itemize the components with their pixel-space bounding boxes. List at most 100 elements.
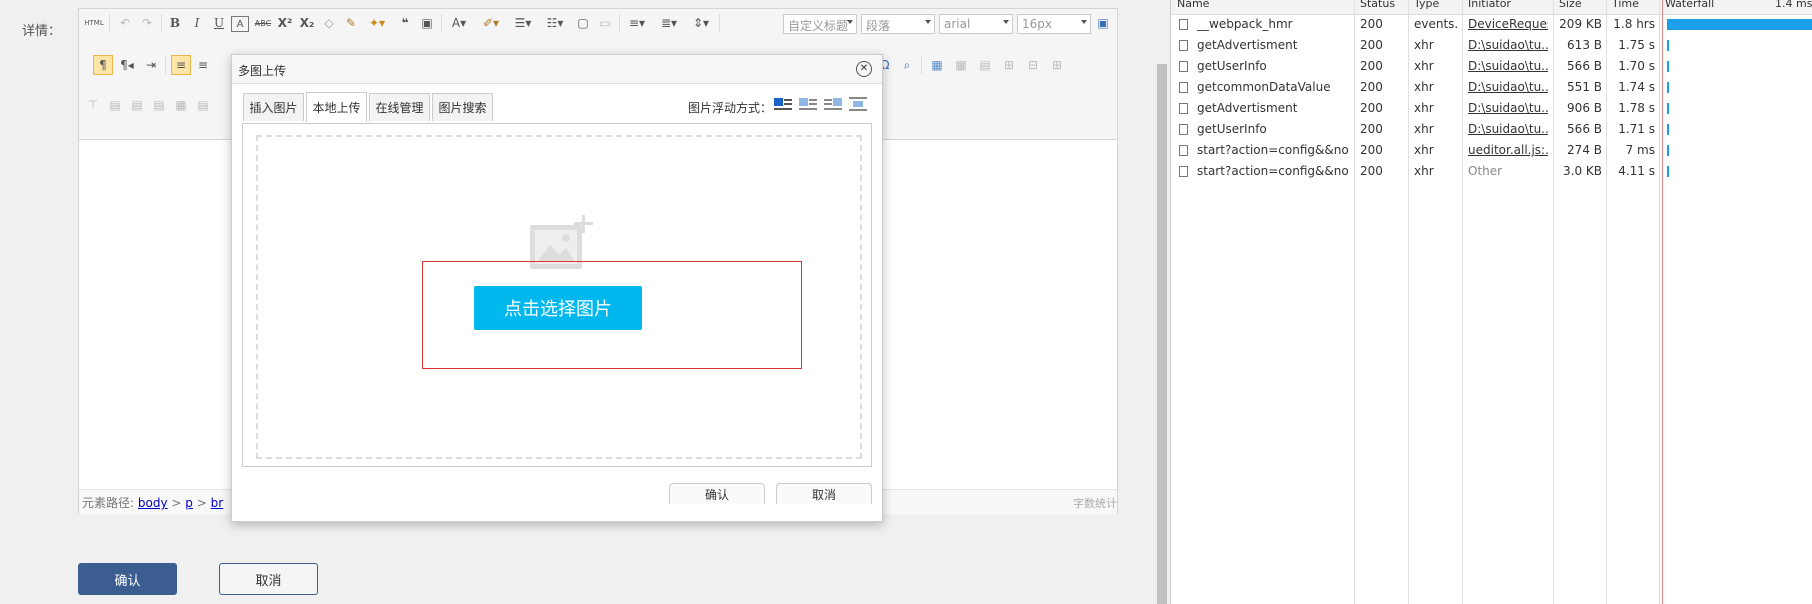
request-initiator[interactable]: D:\suidao\tu... xyxy=(1468,59,1548,73)
tab-local-upload[interactable]: 本地上传 xyxy=(306,92,367,122)
file-icon xyxy=(1179,145,1188,156)
font-border-icon[interactable]: A xyxy=(231,16,249,32)
font-size-select[interactable]: 16px xyxy=(1017,14,1091,34)
fullscreen-icon[interactable]: ▣ xyxy=(1093,13,1113,33)
tab-insert-image[interactable]: 插入图片 xyxy=(243,93,304,121)
row-spacing-bottom-icon[interactable]: ≣▾ xyxy=(655,13,683,33)
italic-button[interactable]: I xyxy=(187,13,207,33)
blockquote-button[interactable]: ❝ xyxy=(395,13,415,33)
html-source-button[interactable]: HTML xyxy=(83,13,105,33)
bold-button[interactable]: B xyxy=(165,13,185,33)
insert-table-icon[interactable]: ▦ xyxy=(927,55,947,75)
indent-icon[interactable]: ⇥ xyxy=(141,55,161,75)
redo-icon[interactable]: ↷ xyxy=(137,13,157,33)
auto-format-icon[interactable]: ✦▾ xyxy=(363,13,391,33)
path-body-link[interactable]: body xyxy=(138,496,168,510)
request-size: 566 B xyxy=(1567,59,1602,73)
col-size[interactable]: Size xyxy=(1559,0,1582,10)
request-time: 1.71 s xyxy=(1618,122,1655,136)
strikethrough-button[interactable]: ABC xyxy=(253,13,273,33)
select-images-button[interactable]: 点击选择图片 xyxy=(474,286,642,330)
request-name: getUserInfo xyxy=(1197,122,1267,136)
dialog-confirm-button[interactable]: 确认 xyxy=(669,483,765,504)
insert-row-icon[interactable]: ⊞ xyxy=(999,55,1019,75)
col-type[interactable]: Type xyxy=(1414,0,1439,10)
network-row[interactable]: start?action=config&&noC... 200 xhr ueditor… xyxy=(1171,140,1812,161)
network-row[interactable]: getAdvertisment 200 xhr D:\suidao\tu... 906 … xyxy=(1171,98,1812,119)
network-row[interactable]: start?action=config&&noC... 200 xhr Other 3.… xyxy=(1171,161,1812,182)
undo-icon[interactable]: ↶ xyxy=(115,13,135,33)
float-left-icon[interactable] xyxy=(798,96,818,112)
network-row[interactable]: getAdvertisment 200 xhr D:\suidao\tu... 613 … xyxy=(1171,35,1812,56)
clear-doc-icon[interactable]: ▭ xyxy=(595,13,615,33)
split-cols-icon[interactable]: ▤ xyxy=(193,95,213,115)
scrollbar-thumb[interactable] xyxy=(1157,64,1167,604)
request-status: 200 xyxy=(1360,101,1383,115)
insert-paragraph-before-table-icon[interactable]: ▤ xyxy=(975,55,995,75)
format-brush-icon[interactable]: ✎ xyxy=(341,13,361,33)
split-cells-icon[interactable]: ▤ xyxy=(149,95,169,115)
merge-down-icon[interactable]: ▤ xyxy=(127,95,147,115)
request-time: 1.8 hrs xyxy=(1613,17,1655,31)
row-spacing-top-icon[interactable]: ≡▾ xyxy=(623,13,651,33)
insert-col-icon[interactable]: ⊞ xyxy=(1047,55,1067,75)
superscript-button[interactable]: X² xyxy=(275,13,295,33)
paste-plain-icon[interactable]: ▣ xyxy=(417,13,437,33)
float-none-icon[interactable] xyxy=(773,96,793,112)
align-left-icon[interactable]: ≡ xyxy=(171,55,191,75)
form-confirm-button[interactable]: 确认 xyxy=(78,563,177,595)
paragraph-select[interactable]: 段落 xyxy=(861,14,935,34)
eraser-icon[interactable]: ◇ xyxy=(319,13,339,33)
merge-right-icon[interactable]: ▤ xyxy=(105,95,125,115)
network-row[interactable]: __webpack_hmr 200 events... DeviceRequest 20… xyxy=(1171,14,1812,35)
line-height-icon[interactable]: ⇕▾ xyxy=(687,13,715,33)
align-center-icon[interactable]: ≡ xyxy=(193,55,213,75)
tab-label: 在线管理 xyxy=(375,101,424,115)
file-icon xyxy=(1179,166,1188,177)
custom-heading-select[interactable]: 自定义标题 xyxy=(783,14,857,34)
float-center-icon[interactable] xyxy=(848,96,868,112)
request-initiator[interactable]: D:\suidao\tu... xyxy=(1468,101,1548,115)
file-icon xyxy=(1179,82,1188,93)
request-time: 1.78 s xyxy=(1618,101,1655,115)
network-row[interactable]: getUserInfo 200 xhr D:\suidao\tu... 566 B 1.7… xyxy=(1171,119,1812,140)
col-name[interactable]: Name xyxy=(1177,0,1209,10)
request-initiator[interactable]: D:\suidao\tu... xyxy=(1468,122,1548,136)
network-row[interactable]: getcommonDataValue 200 xhr D:\suidao\tu... 5… xyxy=(1171,77,1812,98)
select-all-icon[interactable]: ▢ xyxy=(573,13,593,33)
ordered-list-icon[interactable]: ☰▾ xyxy=(509,13,537,33)
tab-online-manage[interactable]: 在线管理 xyxy=(369,93,430,121)
network-row[interactable]: getUserInfo 200 xhr D:\suidao\tu... 566 B 1.7… xyxy=(1171,56,1812,77)
waterfall-bar xyxy=(1667,19,1812,30)
unordered-list-icon[interactable]: ☷▾ xyxy=(541,13,569,33)
col-initiator[interactable]: Initiator xyxy=(1468,0,1511,10)
rtl-direction-icon[interactable]: ¶◂ xyxy=(117,55,137,75)
request-initiator[interactable]: D:\suidao\tu... xyxy=(1468,80,1548,94)
delete-table-icon[interactable]: ▦ xyxy=(951,55,971,75)
dialog-header[interactable]: 多图上传 ✕ xyxy=(232,55,882,84)
path-p-link[interactable]: p xyxy=(185,496,193,510)
font-color-button[interactable]: A ▾ xyxy=(445,13,473,33)
request-status: 200 xyxy=(1360,122,1383,136)
form-cancel-button[interactable]: 取消 xyxy=(219,563,318,595)
dialog-cancel-button[interactable]: 取消 xyxy=(776,483,872,504)
col-status[interactable]: Status xyxy=(1360,0,1395,10)
ltr-direction-icon[interactable]: ¶ xyxy=(93,55,113,75)
subscript-button[interactable]: X₂ xyxy=(297,13,317,33)
request-initiator[interactable]: ueditor.all.js:... xyxy=(1468,143,1548,157)
float-right-icon[interactable] xyxy=(823,96,843,112)
delete-row-icon[interactable]: ⊟ xyxy=(1023,55,1043,75)
path-br-link[interactable]: br xyxy=(211,496,224,510)
font-family-select[interactable]: arial xyxy=(939,14,1013,34)
search-replace-icon[interactable]: ⌕ xyxy=(897,55,917,75)
split-rows-icon[interactable]: ▦ xyxy=(171,95,191,115)
request-initiator[interactable]: D:\suidao\tu... xyxy=(1468,38,1548,52)
close-icon[interactable]: ✕ xyxy=(856,61,872,77)
merge-cells-icon[interactable]: ⊤ xyxy=(83,95,103,115)
request-initiator[interactable]: DeviceRequest xyxy=(1468,17,1548,31)
col-time[interactable]: Time xyxy=(1612,0,1639,10)
background-color-icon[interactable]: ✐▾ xyxy=(477,13,505,33)
tab-image-search[interactable]: 图片搜索 xyxy=(432,93,493,121)
underline-button[interactable]: U xyxy=(209,13,229,33)
col-waterfall[interactable]: Waterfall xyxy=(1665,0,1714,10)
